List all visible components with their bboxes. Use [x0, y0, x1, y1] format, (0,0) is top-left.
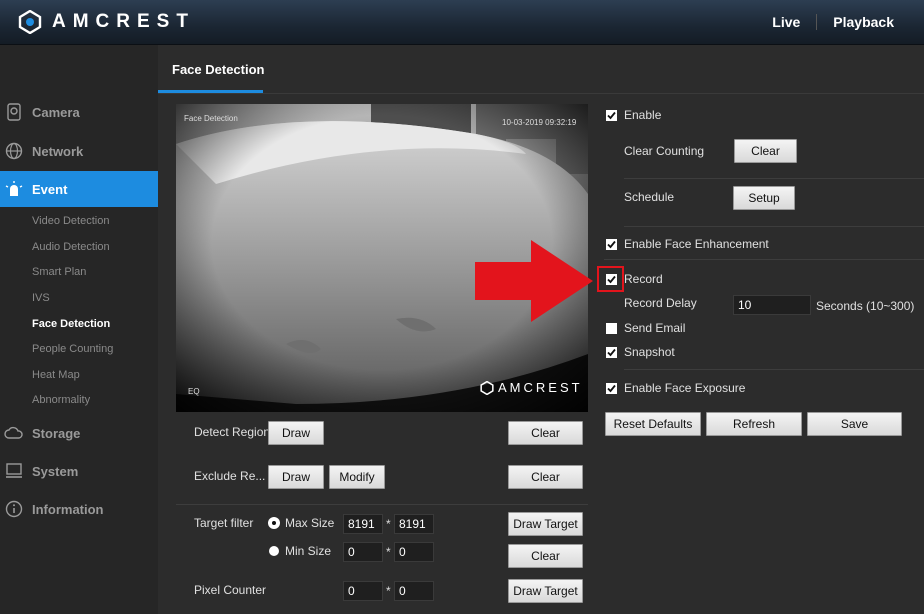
sidebar-item-event[interactable]: Event [0, 171, 158, 207]
record-delay-input[interactable]: 10 [733, 295, 811, 315]
detect-region-clear-button[interactable]: Clear [508, 421, 583, 445]
section-divider [624, 369, 924, 370]
event-alarm-icon [4, 179, 24, 199]
exclude-region-label: Exclude Re... [194, 469, 266, 483]
section-divider [604, 259, 924, 260]
face-enhancement-label: Enable Face Enhancement [624, 237, 769, 251]
schedule-setup-button[interactable]: Setup [733, 186, 795, 210]
sidebar-item-camera[interactable]: Camera [0, 94, 158, 130]
record-delay-range: Seconds (10~300) [816, 299, 915, 313]
watermark-text: AMCREST [498, 380, 583, 395]
sidebar-item-label: Event [32, 181, 68, 197]
osd-corner-text: EQ [188, 387, 200, 396]
camera-icon [4, 102, 24, 122]
sidebar-item-storage[interactable]: Storage [0, 415, 158, 451]
snapshot-checkbox[interactable] [606, 347, 617, 358]
check-icon [607, 348, 616, 357]
video-watermark: AMCREST [480, 380, 583, 395]
pixel-counter-label: Pixel Counter [194, 583, 267, 597]
enable-checkbox[interactable] [606, 110, 617, 121]
section-divider [176, 504, 588, 505]
save-button[interactable]: Save [807, 412, 902, 436]
tab-divider [158, 93, 924, 94]
sidebar-sub-ivs[interactable]: IVS [32, 292, 50, 304]
pixel-counter-draw-target-button[interactable]: Draw Target [508, 579, 583, 603]
face-exposure-checkbox[interactable] [606, 383, 617, 394]
target-filter-label: Target filter [194, 516, 254, 530]
osd-channel-title: Face Detection [184, 114, 238, 123]
sidebar-item-label: Network [32, 143, 84, 159]
schedule-label: Schedule [624, 190, 675, 204]
clear-counting-label: Clear Counting [624, 144, 705, 158]
face-enhancement-checkbox[interactable] [606, 239, 617, 250]
annotation-arrow-icon [475, 240, 593, 322]
osd-timestamp: 10-03-2019 09:32:19 [502, 118, 577, 127]
min-size-label: Min Size [285, 544, 332, 558]
sidebar-item-label: System [32, 463, 79, 479]
sidebar-item-system[interactable]: System [0, 453, 158, 489]
sidebar-sub-video-detection[interactable]: Video Detection [32, 215, 109, 227]
top-bar: AMCREST Live Playback [0, 0, 924, 45]
storage-cloud-icon [4, 423, 24, 443]
nav-live[interactable]: Live [756, 14, 816, 30]
sidebar-item-label: Storage [32, 425, 81, 441]
face-exposure-label: Enable Face Exposure [624, 381, 746, 395]
sidebar-sub-people-counting[interactable]: People Counting [32, 343, 113, 355]
max-size-width-input[interactable]: 8191 [343, 514, 383, 534]
sidebar-sub-smart-plan[interactable]: Smart Plan [32, 266, 86, 278]
section-divider [624, 178, 924, 179]
check-icon [607, 240, 616, 249]
tab-face-detection[interactable]: Face Detection [172, 62, 264, 77]
section-divider [624, 226, 924, 227]
max-size-radio[interactable] [269, 518, 279, 528]
pixel-counter-height-input[interactable]: 0 [394, 581, 434, 601]
exclude-region-draw-button[interactable]: Draw [268, 465, 324, 489]
max-size-label: Max Size [285, 516, 335, 530]
sidebar-item-network[interactable]: Network [0, 133, 158, 169]
info-icon [4, 499, 24, 519]
record-highlight-box [597, 266, 624, 292]
sidebar-sub-audio-detection[interactable]: Audio Detection [32, 241, 110, 253]
exclude-region-modify-button[interactable]: Modify [329, 465, 385, 489]
draw-target-button[interactable]: Draw Target [508, 512, 583, 536]
enable-label: Enable [624, 108, 662, 122]
amcrest-logo: AMCREST [18, 10, 195, 34]
brand-name: AMCREST [52, 11, 195, 32]
check-icon [607, 111, 616, 120]
detect-region-label: Detect Region [194, 425, 271, 439]
max-size-height-input[interactable]: 8191 [394, 514, 434, 534]
reset-defaults-button[interactable]: Reset Defaults [605, 412, 701, 436]
size-separator: * [386, 584, 391, 598]
size-separator: * [386, 517, 391, 531]
min-size-height-input[interactable]: 0 [394, 542, 434, 562]
amcrest-logo-icon [18, 10, 42, 34]
record-delay-label: Record Delay [624, 296, 697, 310]
top-nav: Live Playback [756, 0, 924, 44]
min-size-width-input[interactable]: 0 [343, 542, 383, 562]
sidebar-sub-abnormality[interactable]: Abnormality [32, 394, 90, 406]
sidebar-item-information[interactable]: Information [0, 491, 158, 527]
snapshot-label: Snapshot [624, 345, 675, 359]
amcrest-watermark-icon [480, 380, 494, 395]
detect-region-draw-button[interactable]: Draw [268, 421, 324, 445]
check-icon [607, 384, 616, 393]
refresh-button[interactable]: Refresh [706, 412, 802, 436]
sidebar-item-label: Information [32, 501, 104, 517]
network-globe-icon [4, 141, 24, 161]
min-size-radio[interactable] [269, 546, 279, 556]
pixel-counter-width-input[interactable]: 0 [343, 581, 383, 601]
system-monitor-icon [4, 461, 24, 481]
exclude-region-clear-button[interactable]: Clear [508, 465, 583, 489]
size-separator: * [386, 545, 391, 559]
record-label: Record [624, 272, 663, 286]
target-clear-button[interactable]: Clear [508, 544, 583, 568]
nav-playback[interactable]: Playback [817, 14, 924, 30]
send-email-label: Send Email [624, 321, 686, 335]
clear-counting-button[interactable]: Clear [734, 139, 797, 163]
sidebar-sub-heat-map[interactable]: Heat Map [32, 369, 80, 381]
send-email-checkbox[interactable] [606, 323, 617, 334]
sidebar-sub-face-detection[interactable]: Face Detection [32, 318, 110, 330]
sidebar-item-label: Camera [32, 104, 80, 120]
